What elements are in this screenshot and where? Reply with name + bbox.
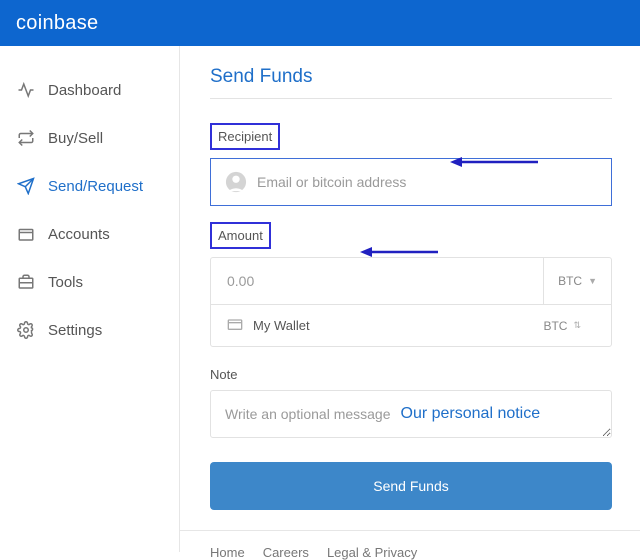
app-header: coinbase <box>0 0 640 46</box>
send-icon <box>16 176 36 196</box>
footer-link-careers[interactable]: Careers <box>263 545 309 560</box>
gear-icon <box>16 320 36 340</box>
footer-link-home[interactable]: Home <box>210 545 245 560</box>
sidebar-item-accounts[interactable]: Accounts <box>0 210 179 258</box>
recipient-input[interactable] <box>257 174 597 190</box>
amount-input[interactable] <box>211 259 543 303</box>
sidebar-item-label: Accounts <box>48 226 110 243</box>
sidebar-item-tools[interactable]: Tools <box>0 258 179 306</box>
swap-icon <box>16 128 36 148</box>
wallet-currency-selector[interactable]: BTC ⇅ <box>529 319 595 333</box>
chevron-down-icon: ▼ <box>588 276 597 286</box>
wallet-icon <box>227 317 243 334</box>
recipient-label: Recipient <box>210 123 280 150</box>
amount-currency-selector[interactable]: BTC ▼ <box>543 258 611 304</box>
pulse-icon <box>16 80 36 100</box>
divider <box>210 98 612 99</box>
wallet-row[interactable]: My Wallet BTC ⇅ <box>211 305 611 346</box>
sidebar-item-label: Tools <box>48 274 83 291</box>
footer-link-legal[interactable]: Legal & Privacy <box>327 545 417 560</box>
sidebar-item-label: Buy/Sell <box>48 130 103 147</box>
amount-group: BTC ▼ My Wallet BTC ⇅ <box>210 257 612 347</box>
footer: Home Careers Legal & Privacy <box>180 530 640 560</box>
note-label: Note <box>210 367 612 382</box>
main-content: Send Funds Recipient Amount BTC ▼ M <box>180 46 640 552</box>
logo: coinbase <box>16 12 98 35</box>
avatar-icon <box>225 171 247 193</box>
sidebar-item-buysell[interactable]: Buy/Sell <box>0 114 179 162</box>
page-title: Send Funds <box>210 66 612 88</box>
sidebar-item-dashboard[interactable]: Dashboard <box>0 66 179 114</box>
amount-label: Amount <box>210 222 271 249</box>
sidebar: Dashboard Buy/Sell Send/Request Accounts <box>0 46 180 552</box>
recipient-field[interactable] <box>210 158 612 206</box>
sort-icon: ⇅ <box>573 320 581 331</box>
currency-label: BTC <box>558 274 582 288</box>
layout: Dashboard Buy/Sell Send/Request Accounts <box>0 46 640 552</box>
note-placeholder: Write an optional message <box>225 406 391 422</box>
sidebar-item-settings[interactable]: Settings <box>0 306 179 354</box>
sidebar-item-label: Dashboard <box>48 82 121 99</box>
sidebar-item-sendrequest[interactable]: Send/Request <box>0 162 179 210</box>
folder-icon <box>16 224 36 244</box>
amount-row: BTC ▼ <box>211 258 611 305</box>
currency-label: BTC <box>543 319 567 333</box>
briefcase-icon <box>16 272 36 292</box>
sidebar-item-label: Settings <box>48 322 102 339</box>
wallet-name: My Wallet <box>253 318 529 333</box>
personal-notice-text: Our personal notice <box>401 405 541 423</box>
send-funds-button[interactable]: Send Funds <box>210 462 612 510</box>
sidebar-item-label: Send/Request <box>48 178 143 195</box>
note-field[interactable]: Write an optional message Our personal n… <box>210 390 612 438</box>
